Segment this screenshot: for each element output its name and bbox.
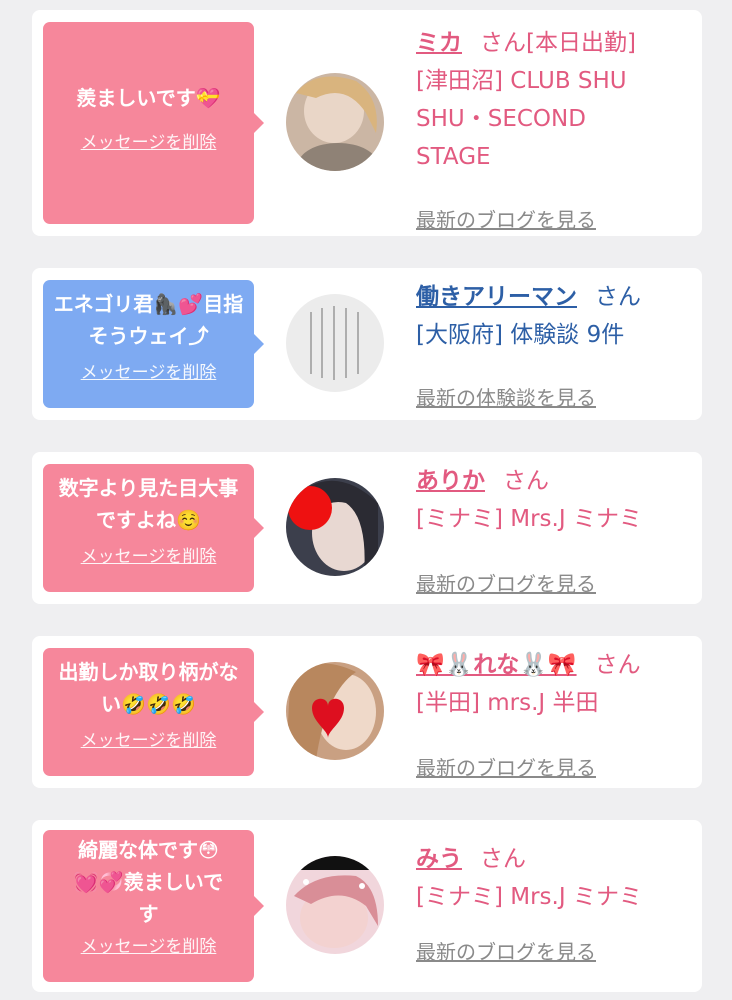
profile-name-link[interactable]: ありか — [416, 468, 485, 494]
delete-message-link[interactable]: メッセージを削除 — [81, 128, 217, 153]
message-card: エネゴリ君🦍💕目指そうウェイ⤴ メッセージを削除 働きアリーマン さん [大阪府]… — [32, 268, 702, 420]
profile-info: ありか さん [ミナミ] Mrs.J ミナミ 最新のブログを見る — [416, 462, 692, 596]
location-text: STAGE — [416, 144, 491, 170]
location-text: [津田沼] CLUB SHU — [416, 68, 627, 94]
honorific: さん — [480, 30, 526, 56]
message-card: 綺麗な体です😳💓💞羨ましいです メッセージを削除 みう さん [ミナミ] Mrs.… — [32, 820, 702, 992]
avatar[interactable] — [286, 662, 384, 760]
location-text: [ミナミ] Mrs.J ミナミ — [416, 884, 642, 910]
message-text: 数字より見た目大事ですよね☺️ — [58, 476, 239, 532]
avatar[interactable] — [286, 478, 384, 576]
message-card: 羨ましいです💝 メッセージを削除 ミカ さん[本日出勤] [津田沼] CLUB S… — [32, 10, 702, 236]
delete-message-link[interactable]: メッセージを削除 — [81, 542, 217, 567]
latest-blog-link[interactable]: 最新のブログを見る — [416, 752, 596, 781]
avatar[interactable] — [286, 856, 384, 954]
location-text: [ミナミ] Mrs.J ミナミ — [416, 506, 642, 532]
delete-message-link[interactable]: メッセージを削除 — [81, 726, 217, 751]
message-bubble: 綺麗な体です😳💓💞羨ましいです メッセージを削除 — [43, 830, 264, 982]
avatar[interactable] — [286, 294, 384, 392]
message-text: 綺麗な体です😳💓💞羨ましいです — [73, 838, 224, 926]
message-bubble: 出勤しか取り柄がない🤣🤣🤣 メッセージを削除 — [43, 648, 264, 776]
latest-blog-link[interactable]: 最新のブログを見る — [416, 204, 596, 233]
honorific: さん — [503, 468, 549, 494]
status-label: [本日出勤] — [526, 30, 636, 56]
latest-experience-link[interactable]: 最新の体験談を見る — [416, 382, 596, 411]
honorific: さん — [594, 652, 641, 678]
profile-info: 働きアリーマン さん [大阪府] 体験談 9件 最新の体験談を見る — [416, 278, 692, 410]
message-card: 数字より見た目大事ですよね☺️ メッセージを削除 ありか さん [ミナミ] Mrs… — [32, 452, 702, 604]
message-bubble: エネゴリ君🦍💕目指そうウェイ⤴ メッセージを削除 — [43, 280, 264, 408]
message-text: エネゴリ君🦍💕目指そうウェイ⤴ — [53, 292, 244, 348]
message-text: 出勤しか取り柄がない🤣🤣🤣 — [58, 660, 239, 716]
profile-name-link[interactable]: みう — [416, 846, 462, 872]
delete-message-link[interactable]: メッセージを削除 — [81, 358, 217, 383]
location-text: SHU・SECOND — [416, 106, 586, 132]
message-bubble: 数字より見た目大事ですよね☺️ メッセージを削除 — [43, 464, 264, 592]
profile-info: みう さん [ミナミ] Mrs.J ミナミ 最新のブログを見る — [416, 840, 692, 964]
honorific: さん — [595, 284, 641, 310]
profile-info: 🎀🐰れな🐰🎀 さん [半田] mrs.J 半田 最新のブログを見る — [416, 646, 692, 780]
avatar[interactable] — [286, 73, 384, 171]
latest-blog-link[interactable]: 最新のブログを見る — [416, 936, 596, 965]
profile-info: ミカ さん[本日出勤] [津田沼] CLUB SHU SHU・SECOND STA… — [416, 24, 692, 232]
delete-message-link[interactable]: メッセージを削除 — [81, 932, 217, 957]
message-bubble: 羨ましいです💝 メッセージを削除 — [43, 22, 264, 224]
message-text: 羨ましいです💝 — [76, 86, 221, 110]
honorific: さん — [480, 846, 526, 872]
profile-name-link[interactable]: 🎀🐰れな🐰🎀 — [416, 652, 577, 678]
location-text: [半田] mrs.J 半田 — [416, 690, 599, 716]
profile-name-link[interactable]: ミカ — [416, 30, 462, 56]
message-card: 出勤しか取り柄がない🤣🤣🤣 メッセージを削除 🎀🐰れな🐰🎀 さん [半田] mrs… — [32, 636, 702, 788]
location-text: [大阪府] 体験談 9件 — [416, 322, 625, 348]
profile-name-link[interactable]: 働きアリーマン — [416, 284, 577, 310]
latest-blog-link[interactable]: 最新のブログを見る — [416, 568, 596, 597]
